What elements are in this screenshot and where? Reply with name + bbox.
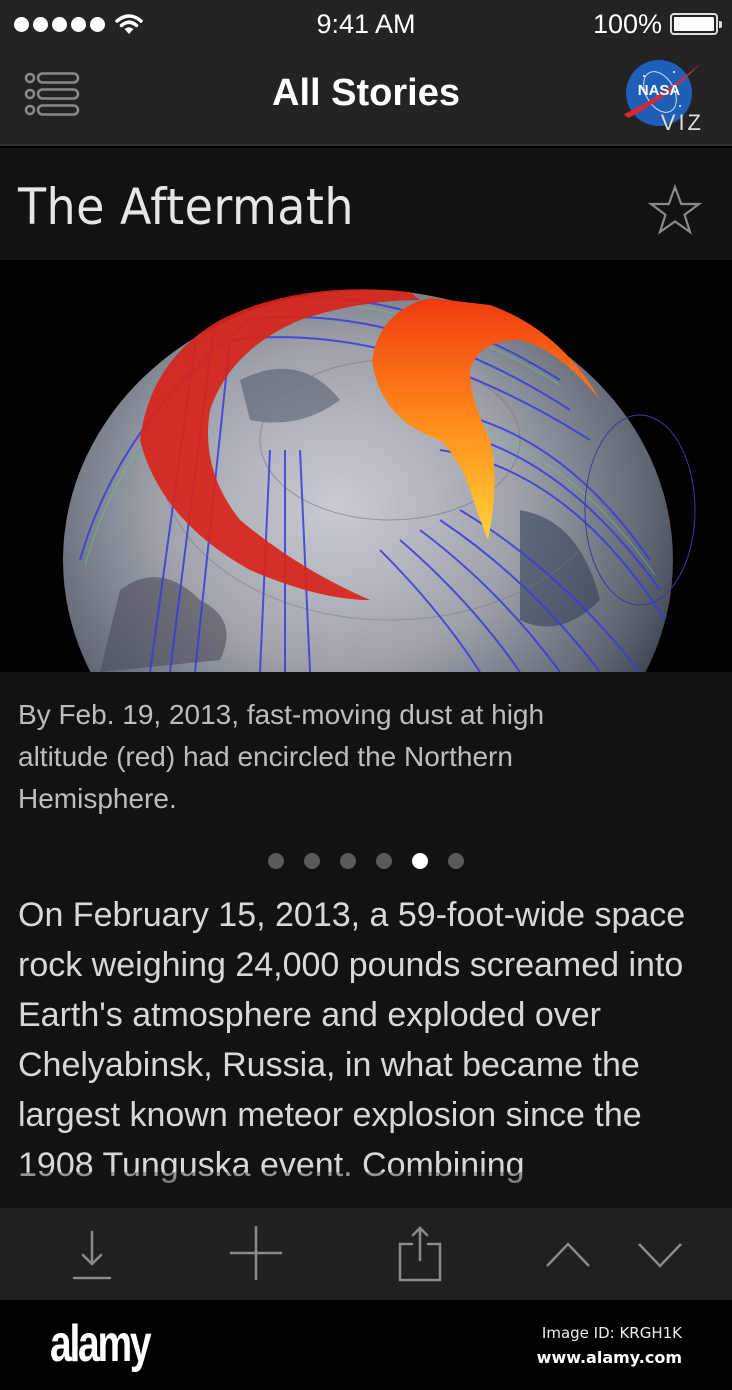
- status-bar: 9:41 AM 100%: [0, 0, 732, 48]
- story-body-text: On February 15, 2013, a 59-foot-wide spa…: [18, 896, 686, 1184]
- next-button[interactable]: [634, 1226, 690, 1286]
- battery-tip: [719, 21, 722, 28]
- globe-visualization: [0, 260, 732, 672]
- chevron-up-icon: [546, 1242, 590, 1267]
- story-content: By Feb. 19, 2013, fast-moving dust at hi…: [0, 672, 732, 1212]
- previous-button[interactable]: [542, 1226, 598, 1286]
- status-right: 100%: [592, 8, 722, 40]
- signal-dot: [71, 16, 86, 32]
- signal-dot: [33, 16, 48, 32]
- watermark-url: www.alamy.com: [536, 1348, 682, 1367]
- plus-icon: [230, 1226, 282, 1280]
- share-icon: [398, 1226, 442, 1282]
- star-outline-icon: [647, 183, 703, 235]
- status-left: [14, 13, 214, 35]
- watermark-bar: alamy Image ID: KRGH1K www.alamy.com: [0, 1300, 732, 1390]
- image-caption: By Feb. 19, 2013, fast-moving dust at hi…: [18, 699, 545, 814]
- nasa-viz-logo[interactable]: NASA VIZ: [620, 58, 704, 138]
- page-dot[interactable]: [268, 853, 284, 869]
- battery-percent: 100%: [592, 8, 662, 39]
- story-header: The Aftermath: [0, 148, 732, 260]
- page-dot[interactable]: [340, 853, 356, 869]
- page-dot[interactable]: [304, 853, 320, 869]
- favorite-button[interactable]: [647, 183, 703, 236]
- page-dot[interactable]: [448, 853, 464, 869]
- signal-dot: [52, 16, 67, 32]
- share-button[interactable]: [392, 1226, 448, 1286]
- page-dot-active[interactable]: [412, 853, 428, 869]
- signal-dot: [14, 16, 29, 32]
- chevron-down-icon: [638, 1243, 682, 1268]
- download-button[interactable]: [64, 1226, 120, 1286]
- wifi-icon: [115, 14, 143, 34]
- nasa-logo-text: NASA: [637, 82, 681, 99]
- bottom-toolbar: [0, 1208, 732, 1300]
- signal-dot: [90, 16, 105, 32]
- page-indicator[interactable]: [0, 853, 732, 869]
- nav-bar: All Stories NASA VIZ: [0, 48, 732, 146]
- body-fade-overlay: [0, 1172, 732, 1212]
- story-image[interactable]: [0, 260, 732, 672]
- add-button[interactable]: [228, 1226, 284, 1286]
- image-id: Image ID: KRGH1K: [541, 1324, 682, 1342]
- page-dot[interactable]: [376, 853, 392, 869]
- download-icon: [72, 1230, 112, 1280]
- story-title: The Aftermath: [18, 178, 355, 236]
- battery-icon: [670, 13, 722, 35]
- alamy-logo: alamy: [50, 1315, 152, 1373]
- viz-logo-text: VIZ: [660, 110, 704, 135]
- battery-fill: [674, 17, 714, 31]
